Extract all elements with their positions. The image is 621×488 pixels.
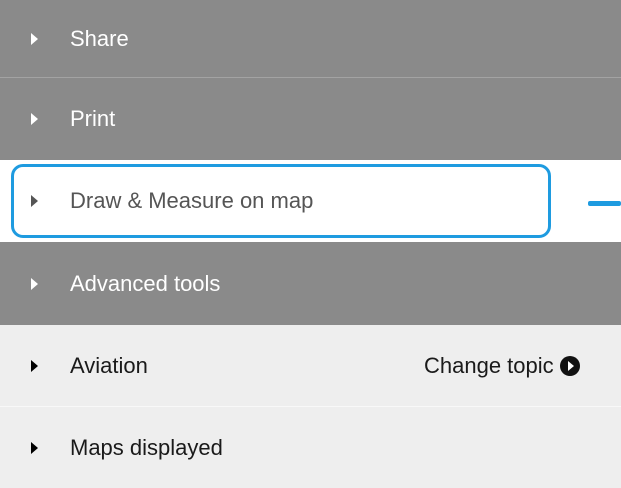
caret-right-icon [31, 32, 38, 45]
menu-item-advanced-tools[interactable]: Advanced tools [0, 242, 621, 325]
caret-right-icon [31, 113, 38, 125]
caret-right-icon [31, 277, 38, 290]
menu-item-aviation[interactable]: Aviation Change topic [0, 325, 621, 407]
menu-item-label: Aviation [70, 352, 148, 378]
change-topic-label: Change topic [424, 352, 554, 378]
caret-right-icon [31, 359, 38, 372]
caret-right-icon [31, 441, 38, 454]
menu-item-label: Maps displayed [70, 434, 223, 460]
change-topic-link[interactable]: Change topic [424, 353, 580, 379]
menu-item-label: Share [70, 25, 129, 51]
menu-panel: Share Print Draw & Measure on map Advanc… [0, 0, 621, 488]
menu-item-maps-displayed[interactable]: Maps displayed [0, 407, 621, 488]
circle-chevron-right-icon [559, 355, 580, 376]
menu-item-label: Advanced tools [70, 270, 221, 296]
highlight-pointer-line [588, 201, 621, 206]
menu-item-share[interactable]: Share [0, 0, 621, 78]
menu-item-label: Draw & Measure on map [70, 188, 314, 213]
menu-item-draw-measure[interactable]: Draw & Measure on map [0, 160, 621, 242]
menu-item-label: Print [70, 106, 116, 131]
menu-item-print[interactable]: Print [0, 78, 621, 160]
caret-right-icon [31, 195, 38, 207]
